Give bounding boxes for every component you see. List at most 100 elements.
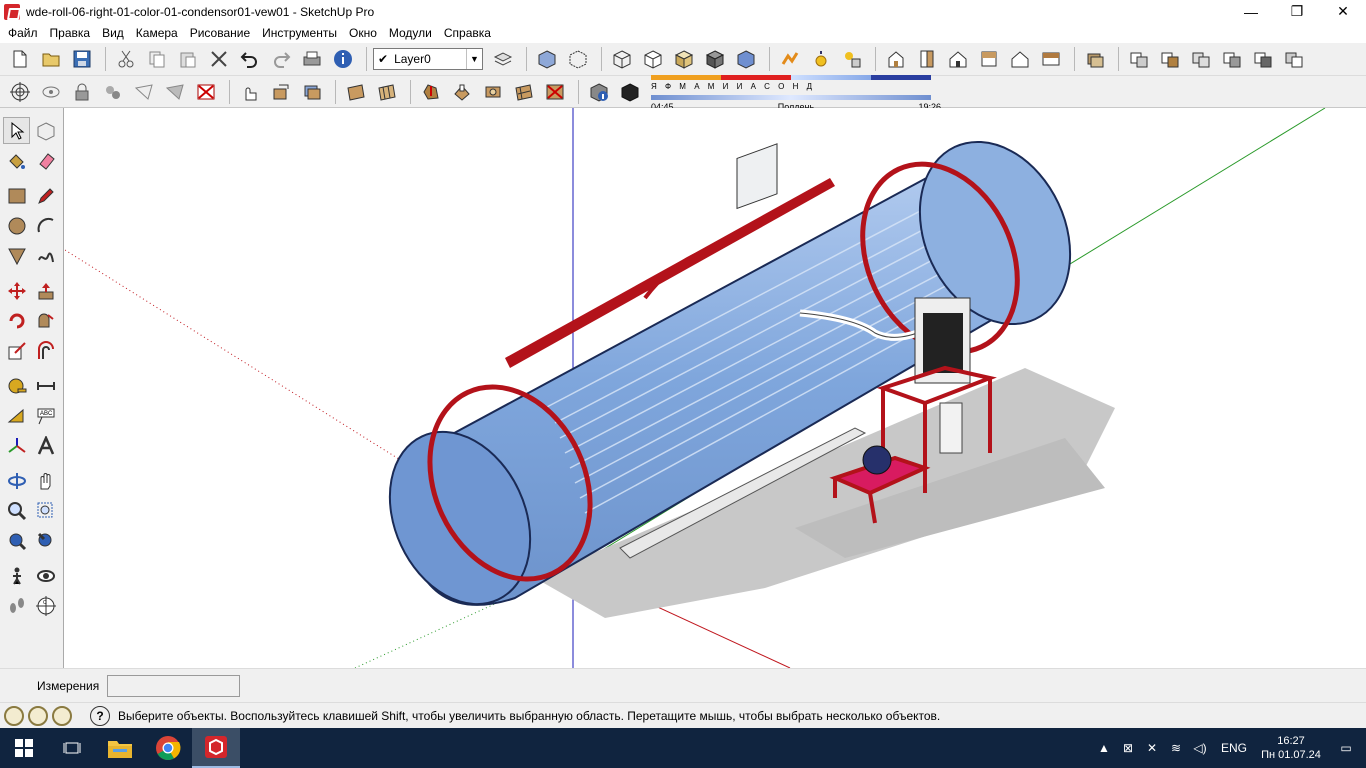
- view-right-button[interactable]: [975, 46, 1003, 72]
- layer-manager-button[interactable]: [489, 46, 517, 72]
- section-plane-button[interactable]: [6, 79, 34, 105]
- protractor-tool[interactable]: [3, 402, 30, 429]
- section-tool[interactable]: C: [32, 592, 59, 619]
- outer-shell-button[interactable]: [1125, 46, 1153, 72]
- volume-icon[interactable]: ◁): [1188, 741, 1212, 755]
- text-tool[interactable]: ABC: [32, 402, 59, 429]
- axes-tool[interactable]: [3, 432, 30, 459]
- zoom-tool[interactable]: [3, 497, 30, 524]
- solar-button[interactable]: [807, 46, 835, 72]
- smoove-button[interactable]: [417, 79, 445, 105]
- line-tool[interactable]: [32, 182, 59, 209]
- sandbox-from-scratch-button[interactable]: [373, 79, 401, 105]
- orbit-tool[interactable]: [3, 467, 30, 494]
- menu-window[interactable]: Окно: [343, 23, 383, 43]
- position-camera-tool[interactable]: [3, 562, 30, 589]
- view-front-button[interactable]: [944, 46, 972, 72]
- sketchup-taskbar-button[interactable]: [192, 728, 240, 768]
- move-tool[interactable]: [3, 277, 30, 304]
- account-icon[interactable]: [52, 705, 72, 726]
- hidden-line-button[interactable]: [639, 46, 667, 72]
- dimension-tool[interactable]: [32, 372, 59, 399]
- maximize-button[interactable]: ❐: [1274, 0, 1320, 23]
- drape2-button[interactable]: [479, 79, 507, 105]
- sandbox-flip-button[interactable]: [130, 79, 158, 105]
- view-left-button[interactable]: [1037, 46, 1065, 72]
- arc-tool[interactable]: [32, 212, 59, 239]
- help-icon[interactable]: ?: [90, 705, 110, 726]
- task-view-button[interactable]: [48, 728, 96, 768]
- file-explorer-button[interactable]: [96, 728, 144, 768]
- chrome-button[interactable]: [144, 728, 192, 768]
- make-component-tool[interactable]: [32, 117, 59, 144]
- look-around-tool[interactable]: [32, 562, 59, 589]
- new-file-button[interactable]: [6, 46, 34, 72]
- menu-camera[interactable]: Камера: [130, 23, 184, 43]
- menu-edit[interactable]: Правка: [44, 23, 97, 43]
- measurements-input[interactable]: [107, 674, 241, 697]
- start-button[interactable]: [0, 728, 48, 768]
- model-viewport[interactable]: [65, 108, 1366, 668]
- intersect-button[interactable]: [1156, 46, 1184, 72]
- union-button[interactable]: [1187, 46, 1215, 72]
- open-file-button[interactable]: [37, 46, 65, 72]
- tape-button[interactable]: [267, 79, 295, 105]
- follow-me-tool[interactable]: [32, 307, 59, 334]
- trim-button[interactable]: [1249, 46, 1277, 72]
- defender-icon[interactable]: ⊠: [1116, 741, 1140, 755]
- menu-tools[interactable]: Инструменты: [256, 23, 343, 43]
- zoom-window-tool[interactable]: [32, 497, 59, 524]
- print-button[interactable]: [298, 46, 326, 72]
- sketchup-app-icon[interactable]: [4, 3, 20, 20]
- view-iso-button[interactable]: [882, 46, 910, 72]
- paste-button[interactable]: [174, 46, 202, 72]
- chevron-up-icon[interactable]: ▲: [1092, 741, 1116, 755]
- plugin-button[interactable]: [838, 46, 866, 72]
- clock[interactable]: 16:27 Пн 01.07.24: [1256, 734, 1326, 762]
- display-shadows-button[interactable]: [616, 79, 644, 105]
- sandbox-from-contours-button[interactable]: [342, 79, 370, 105]
- add-detail-button[interactable]: [510, 79, 538, 105]
- back-edges-button[interactable]: [564, 46, 592, 72]
- close-button[interactable]: ✕: [1320, 0, 1366, 23]
- drape-button[interactable]: [161, 79, 189, 105]
- model-canvas[interactable]: [65, 108, 1366, 668]
- stamp-button[interactable]: [448, 79, 476, 105]
- date-slider[interactable]: [651, 72, 941, 82]
- menu-help[interactable]: Справка: [438, 23, 497, 43]
- shaded-button[interactable]: [670, 46, 698, 72]
- walk-tool[interactable]: [3, 592, 30, 619]
- wireframe-button[interactable]: [608, 46, 636, 72]
- wifi-icon[interactable]: ≋: [1164, 741, 1188, 755]
- select-tool[interactable]: [3, 117, 30, 144]
- delete-section-button[interactable]: [192, 79, 220, 105]
- shadow-settings-button[interactable]: [585, 79, 613, 105]
- time-slider[interactable]: [651, 92, 941, 102]
- lock-button[interactable]: [68, 79, 96, 105]
- view-back-button[interactable]: [1006, 46, 1034, 72]
- component-button[interactable]: [1081, 46, 1109, 72]
- push-pull-tool[interactable]: [32, 277, 59, 304]
- credits-icon[interactable]: [28, 705, 48, 726]
- monochrome-button[interactable]: [732, 46, 760, 72]
- freehand-tool[interactable]: [32, 242, 59, 269]
- cut-button[interactable]: [112, 46, 140, 72]
- network-x-icon[interactable]: ✕: [1140, 741, 1164, 755]
- follow-me-button[interactable]: [236, 79, 264, 105]
- layer-select[interactable]: ✔ Layer0 ▼: [373, 48, 483, 70]
- geolocation-icon[interactable]: [4, 705, 24, 726]
- split-button[interactable]: [1280, 46, 1308, 72]
- language-indicator[interactable]: ENG: [1212, 741, 1256, 755]
- erase-button[interactable]: [205, 46, 233, 72]
- paint-bucket-tool[interactable]: [3, 147, 30, 174]
- copy-button[interactable]: [143, 46, 171, 72]
- minimize-button[interactable]: —: [1228, 0, 1274, 23]
- xray-button[interactable]: [533, 46, 561, 72]
- notifications-icon[interactable]: ▭: [1326, 741, 1366, 755]
- menu-view[interactable]: Вид: [96, 23, 130, 43]
- menu-file[interactable]: Файл: [2, 23, 44, 43]
- eraser-tool[interactable]: [32, 147, 59, 174]
- display-section-button[interactable]: [37, 79, 65, 105]
- scale-tool[interactable]: [3, 337, 30, 364]
- pan-tool[interactable]: [32, 467, 59, 494]
